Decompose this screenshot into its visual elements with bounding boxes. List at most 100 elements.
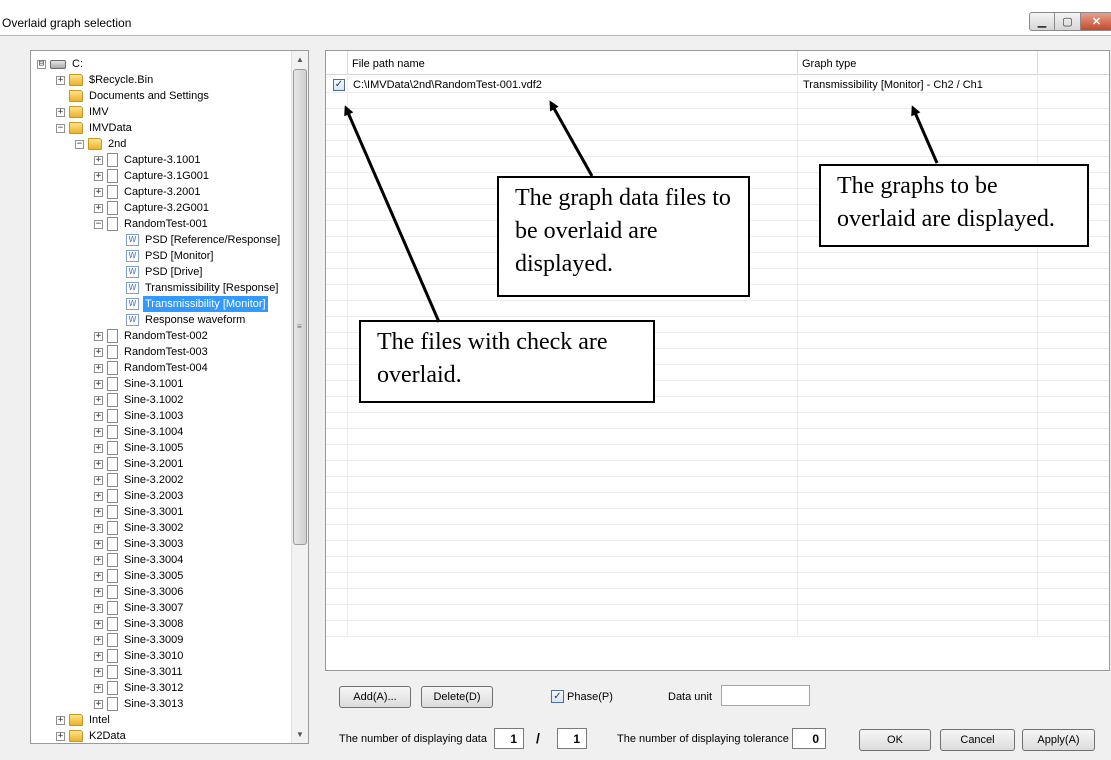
- expander-icon[interactable]: +: [56, 107, 65, 117]
- tree-node[interactable]: + RandomTest-004: [94, 360, 210, 376]
- expander-icon[interactable]: +: [94, 603, 103, 613]
- tree-node[interactable]: + Sine-3.3012: [94, 680, 185, 696]
- tree-node[interactable]: W Transmissibility [Response]: [113, 280, 280, 296]
- tree-node[interactable]: + Sine-3.3001: [94, 504, 185, 520]
- expander-icon[interactable]: +: [94, 395, 103, 405]
- tree-node[interactable]: + K2Data: [56, 728, 128, 743]
- expander-icon[interactable]: +: [94, 507, 103, 517]
- expander-icon[interactable]: +: [94, 539, 103, 549]
- header-file-path[interactable]: File path name: [348, 51, 798, 75]
- expander-icon[interactable]: +: [94, 459, 103, 469]
- cancel-button[interactable]: Cancel: [940, 729, 1015, 751]
- expander-icon[interactable]: +: [94, 523, 103, 533]
- expander-icon[interactable]: +: [94, 443, 103, 453]
- expander-icon[interactable]: +: [94, 651, 103, 661]
- tree-node[interactable]: + Sine-3.3007: [94, 600, 185, 616]
- tree-node[interactable]: + IMV: [56, 104, 111, 120]
- expander-icon[interactable]: +: [94, 363, 103, 373]
- row-checkbox[interactable]: ✓: [333, 79, 345, 91]
- tree-node[interactable]: + Sine-3.3010: [94, 648, 185, 664]
- expander-icon[interactable]: +: [94, 411, 103, 421]
- cell-graph-type[interactable]: Transmissibility [Monitor] - Ch2 / Ch1: [803, 76, 983, 93]
- expander-icon[interactable]: +: [94, 475, 103, 485]
- scroll-down-icon[interactable]: ▼: [292, 726, 308, 743]
- tree-node[interactable]: + Capture-3.1G001: [94, 168, 211, 184]
- tree-node[interactable]: W PSD [Monitor]: [113, 248, 215, 264]
- tree-node[interactable]: W Response waveform: [113, 312, 247, 328]
- expander-icon[interactable]: +: [94, 619, 103, 629]
- tree-node[interactable]: + Sine-3.2003: [94, 488, 185, 504]
- expander-icon[interactable]: +: [94, 155, 103, 165]
- tree-node[interactable]: + Sine-3.3006: [94, 584, 185, 600]
- tree-node[interactable]: W Transmissibility [Monitor]: [113, 296, 268, 312]
- table-row[interactable]: ✓ C:\IMVData\2nd\RandomTest-001.vdf2 Trans…: [326, 76, 1109, 93]
- expander-icon[interactable]: −: [94, 219, 103, 229]
- tree-node[interactable]: W PSD [Drive]: [113, 264, 204, 280]
- tree-node[interactable]: + Sine-3.1002: [94, 392, 185, 408]
- tree-node[interactable]: + Capture-3.2001: [94, 184, 202, 200]
- expander-icon[interactable]: +: [56, 731, 65, 741]
- expander-icon[interactable]: +: [56, 715, 65, 725]
- tree-node[interactable]: + Sine-3.1001: [94, 376, 185, 392]
- apply-button[interactable]: Apply(A): [1022, 729, 1095, 751]
- maximize-button[interactable]: ▢: [1055, 12, 1081, 31]
- tree-node[interactable]: W PSD [Reference/Response]: [113, 232, 282, 248]
- expander-icon[interactable]: +: [94, 699, 103, 709]
- tree-node[interactable]: + Sine-3.1003: [94, 408, 185, 424]
- folder-tree[interactable]: ⊟ C: + $Recycle.Bin Documents and Settings + I…: [30, 50, 309, 744]
- tree-node[interactable]: + Sine-3.3008: [94, 616, 185, 632]
- expander-icon[interactable]: −: [56, 123, 65, 133]
- expander-icon[interactable]: +: [94, 555, 103, 565]
- expander-icon[interactable]: +: [56, 75, 65, 85]
- minimize-button[interactable]: ▁: [1029, 12, 1055, 31]
- expander-icon[interactable]: +: [94, 491, 103, 501]
- tree-node[interactable]: + Sine-3.1005: [94, 440, 185, 456]
- tolerance-field[interactable]: 0: [792, 728, 826, 749]
- expander-icon[interactable]: +: [94, 635, 103, 645]
- tree-node[interactable]: − 2nd: [75, 136, 128, 152]
- expander-icon[interactable]: +: [94, 187, 103, 197]
- expander-icon[interactable]: +: [94, 571, 103, 581]
- expander-icon[interactable]: +: [94, 203, 103, 213]
- tree-node[interactable]: + Capture-3.2G001: [94, 200, 211, 216]
- tree-node[interactable]: ⊟ C:: [37, 56, 85, 72]
- expander-icon[interactable]: +: [94, 171, 103, 181]
- tree-node[interactable]: − RandomTest-001: [94, 216, 210, 232]
- delete-button[interactable]: Delete(D): [421, 686, 493, 708]
- tree-node[interactable]: + Intel: [56, 712, 112, 728]
- ok-button[interactable]: OK: [859, 729, 931, 751]
- expander-icon[interactable]: −: [75, 139, 84, 149]
- expander-icon[interactable]: +: [94, 427, 103, 437]
- tree-node[interactable]: + Sine-3.2002: [94, 472, 185, 488]
- tree-node[interactable]: Documents and Settings: [56, 88, 211, 104]
- tree-node[interactable]: − IMVData: [56, 120, 134, 136]
- header-graph-type[interactable]: Graph type: [798, 51, 1038, 75]
- tree-node[interactable]: + RandomTest-002: [94, 328, 210, 344]
- tree-node[interactable]: + RandomTest-003: [94, 344, 210, 360]
- expander-icon[interactable]: +: [94, 379, 103, 389]
- phase-checkbox[interactable]: ✓: [551, 690, 564, 703]
- expander-icon[interactable]: +: [94, 683, 103, 693]
- cell-file-path[interactable]: C:\IMVData\2nd\RandomTest-001.vdf2: [353, 76, 542, 93]
- tree-node[interactable]: + Sine-3.3011: [94, 664, 185, 680]
- tree-node[interactable]: + Sine-3.3009: [94, 632, 185, 648]
- tree-node[interactable]: + Sine-3.3003: [94, 536, 185, 552]
- tree-node[interactable]: + Sine-3.3005: [94, 568, 185, 584]
- scroll-up-icon[interactable]: ▲: [292, 51, 308, 68]
- tree-node[interactable]: + $Recycle.Bin: [56, 72, 155, 88]
- num-displaying-field[interactable]: 1: [494, 728, 524, 749]
- tree-node[interactable]: + Sine-3.3002: [94, 520, 185, 536]
- tree-node[interactable]: + Sine-3.3013: [94, 696, 185, 712]
- expander-icon[interactable]: +: [94, 347, 103, 357]
- close-button[interactable]: ✕: [1081, 12, 1111, 31]
- tree-node[interactable]: + Capture-3.1001: [94, 152, 202, 168]
- scroll-thumb[interactable]: ≡: [293, 69, 307, 545]
- tree-node[interactable]: + Sine-3.2001: [94, 456, 185, 472]
- data-unit-field[interactable]: [721, 685, 810, 706]
- tree-scrollbar[interactable]: ▲ ≡ ▼: [291, 51, 308, 743]
- expander-icon[interactable]: +: [94, 331, 103, 341]
- tree-node[interactable]: + Sine-3.1004: [94, 424, 185, 440]
- expander-icon[interactable]: +: [94, 587, 103, 597]
- add-button[interactable]: Add(A)...: [339, 686, 411, 708]
- tree-node[interactable]: + Sine-3.3004: [94, 552, 185, 568]
